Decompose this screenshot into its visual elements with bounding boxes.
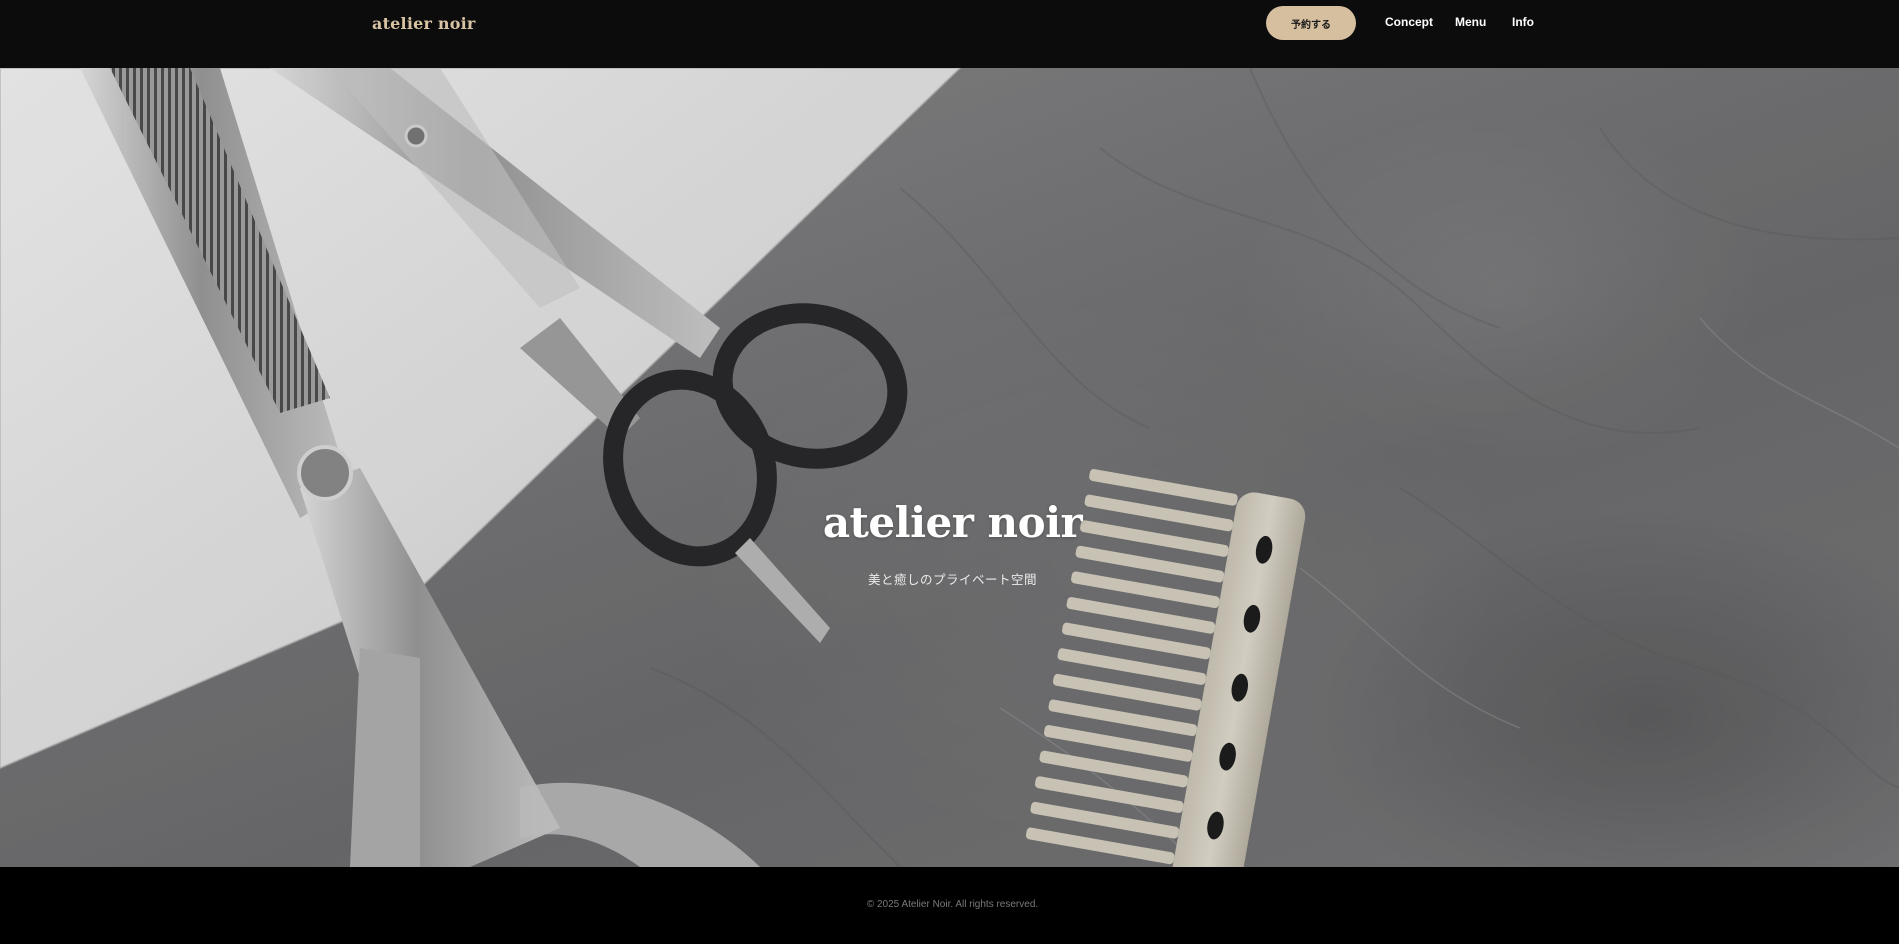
brand-logo[interactable]: atelier noir	[372, 14, 476, 33]
hero-overlay	[0, 68, 1899, 867]
site-footer: © 2025 Atelier Noir. All rights reserved…	[0, 867, 1899, 944]
hero-section: atelier noir 美と癒しのプライベート空間	[0, 68, 1899, 867]
reserve-button[interactable]: 予約する	[1266, 6, 1356, 40]
hero-subtitle: 美と癒しのプライベート空間	[867, 572, 1037, 587]
nav-concept[interactable]: Concept	[1385, 15, 1433, 29]
site-header: atelier noir 予約する Concept Menu Info	[0, 0, 1899, 68]
hero-title: atelier noir	[822, 498, 1083, 547]
copyright-text: © 2025 Atelier Noir. All rights reserved…	[866, 899, 1039, 910]
nav-info[interactable]: Info	[1512, 15, 1534, 29]
nav-menu[interactable]: Menu	[1455, 15, 1486, 29]
